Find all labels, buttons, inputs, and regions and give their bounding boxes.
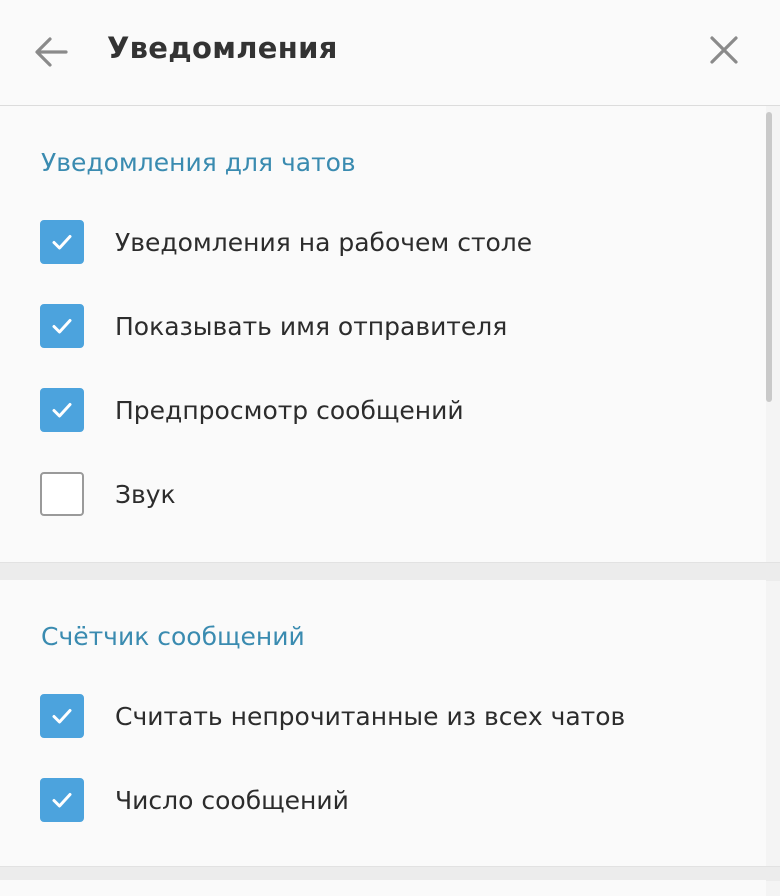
next-section bbox=[0, 880, 766, 896]
option-label: Показывать имя отправителя bbox=[115, 311, 508, 341]
option-desktop-notifications[interactable]: Уведомления на рабочем столе bbox=[40, 220, 740, 264]
checkbox[interactable] bbox=[40, 778, 84, 822]
checkbox[interactable] bbox=[40, 694, 84, 738]
checkmark-icon bbox=[52, 793, 72, 808]
option-count-unread-all-chats[interactable]: Считать непрочитанные из всех чатов bbox=[40, 694, 740, 738]
close-button[interactable] bbox=[700, 26, 748, 74]
checkmark-icon bbox=[52, 235, 72, 250]
checkbox[interactable] bbox=[40, 472, 84, 516]
section-title-chat-notifications: Уведомления для чатов bbox=[41, 148, 356, 177]
section-title-message-counter: Счётчик сообщений bbox=[41, 622, 305, 651]
checkbox[interactable] bbox=[40, 388, 84, 432]
back-button[interactable] bbox=[28, 28, 76, 76]
dialog-header: Уведомления bbox=[0, 0, 780, 106]
option-message-preview[interactable]: Предпросмотр сообщений bbox=[40, 388, 740, 432]
option-show-sender-name[interactable]: Показывать имя отправителя bbox=[40, 304, 740, 348]
checkbox[interactable] bbox=[40, 220, 84, 264]
option-label: Уведомления на рабочем столе bbox=[115, 227, 533, 257]
option-sound[interactable]: Звук bbox=[40, 472, 740, 516]
close-icon bbox=[710, 36, 738, 64]
arrow-left-icon bbox=[35, 37, 68, 67]
scrollbar-thumb[interactable] bbox=[766, 112, 772, 402]
option-label: Звук bbox=[115, 479, 176, 509]
checkmark-icon bbox=[52, 709, 72, 724]
option-label: Считать непрочитанные из всех чатов bbox=[115, 701, 626, 731]
option-message-count[interactable]: Число сообщений bbox=[40, 778, 740, 822]
section-divider bbox=[0, 562, 780, 581]
checkbox[interactable] bbox=[40, 304, 84, 348]
checkmark-icon bbox=[52, 403, 72, 418]
dialog-title: Уведомления bbox=[107, 31, 338, 65]
checkmark-icon bbox=[52, 319, 72, 334]
option-label: Число сообщений bbox=[115, 785, 349, 815]
option-label: Предпросмотр сообщений bbox=[115, 395, 464, 425]
section-divider bbox=[0, 866, 780, 881]
